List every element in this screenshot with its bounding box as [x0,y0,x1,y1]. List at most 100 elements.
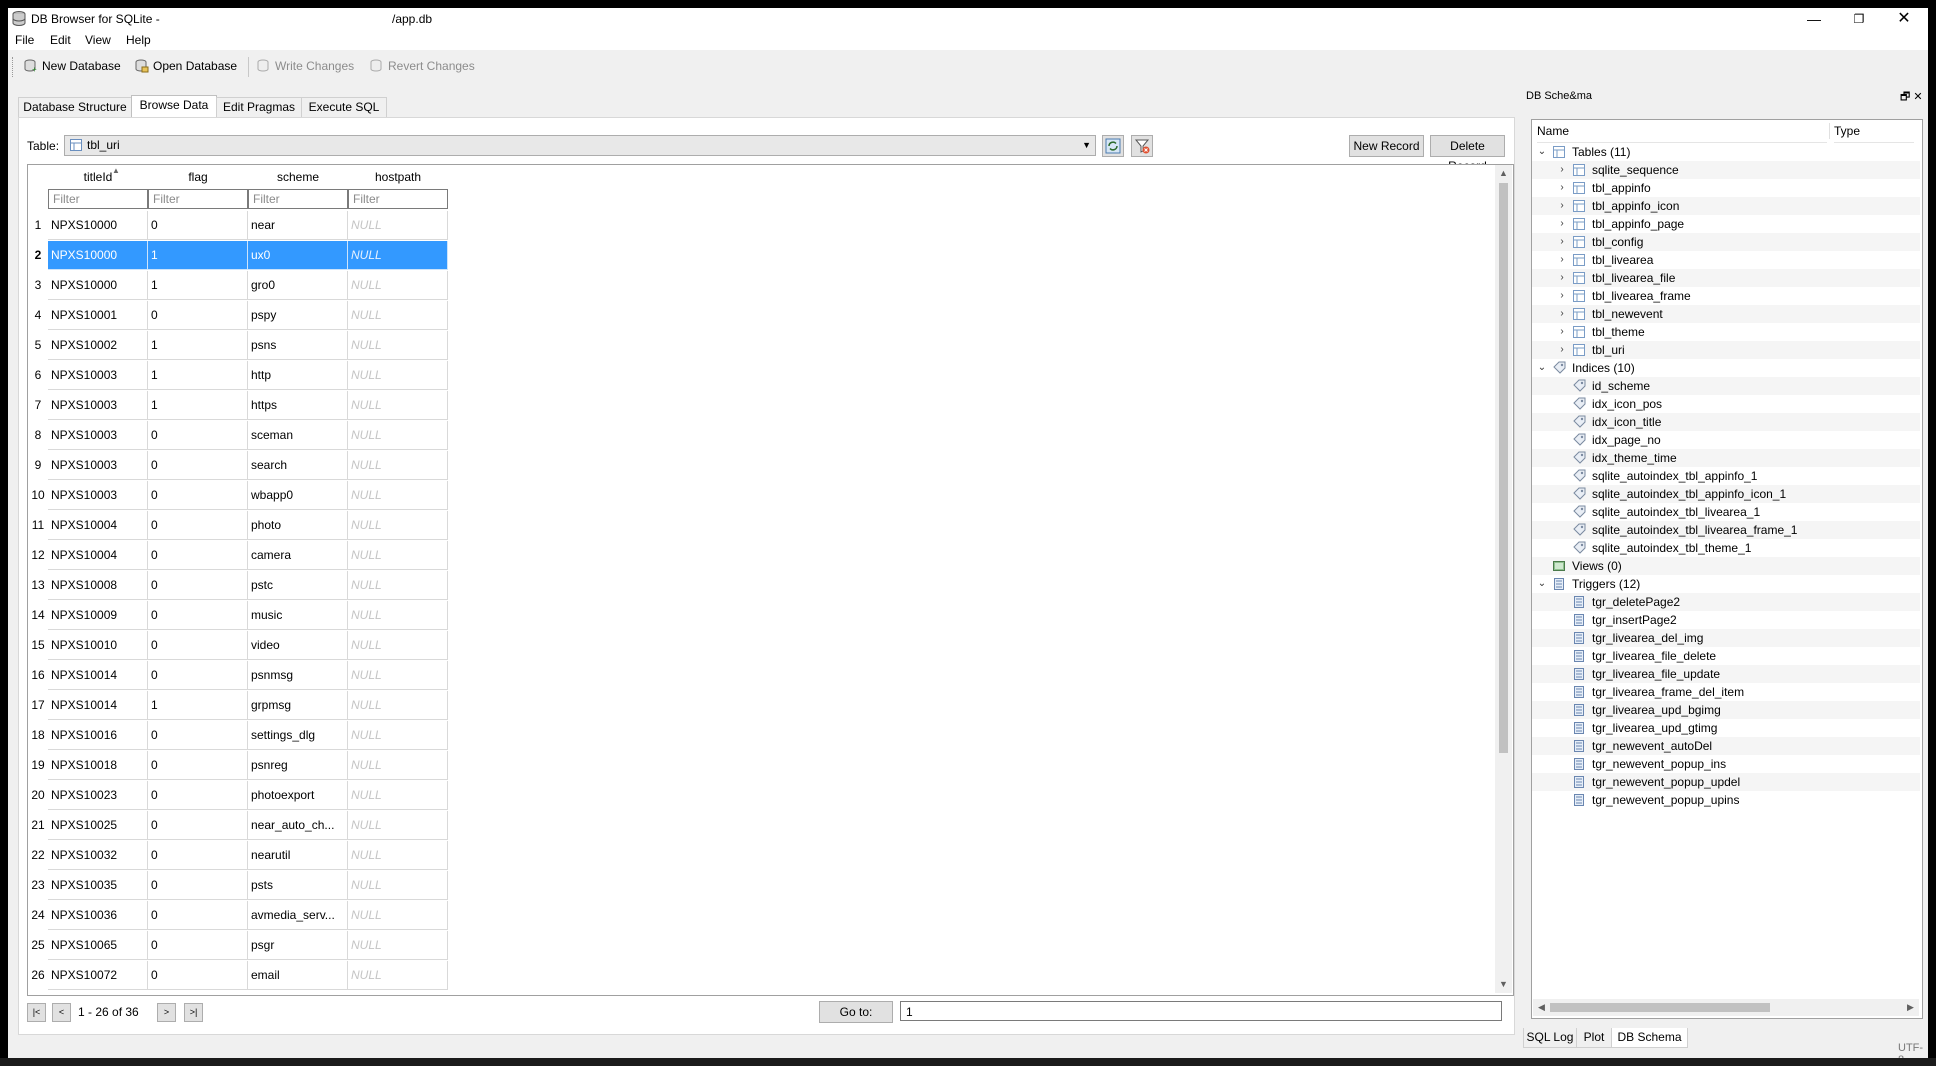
menu-help[interactable]: Help [126,33,151,47]
cell-flag[interactable]: 0 [148,841,248,870]
cell-scheme[interactable]: pstc [248,571,348,600]
tree-item-trigger[interactable]: tgr_livearea_file_delete [1532,647,1920,665]
cell-hostpath[interactable]: NULL [348,811,448,840]
tree-item-index[interactable]: sqlite_autoindex_tbl_theme_1 [1532,539,1920,557]
chevron-right-icon[interactable]: › [1556,197,1568,215]
cell-hostpath[interactable]: NULL [348,421,448,450]
cell-hostpath[interactable]: NULL [348,751,448,780]
cell-hostpath[interactable]: NULL [348,271,448,300]
prev-page-button[interactable]: < [52,1003,71,1022]
cell-hostpath[interactable]: NULL [348,361,448,390]
cell-scheme[interactable]: near_auto_ch... [248,811,348,840]
cell-flag[interactable]: 0 [148,721,248,750]
cell-scheme[interactable]: http [248,361,348,390]
cell-titleId[interactable]: NPXS10001 [48,301,148,330]
cell-hostpath[interactable]: NULL [348,691,448,720]
delete-record-button[interactable]: Delete Record [1430,135,1505,173]
cell-flag[interactable]: 1 [148,331,248,360]
chevron-right-icon[interactable]: › [1556,341,1568,359]
cell-hostpath[interactable]: NULL [348,511,448,540]
cell-flag[interactable]: 0 [148,931,248,960]
cell-hostpath[interactable]: NULL [348,571,448,600]
write-changes-button[interactable]: Write Changes [257,57,354,75]
scroll-thumb[interactable] [1499,183,1508,753]
cell-hostpath[interactable]: NULL [348,931,448,960]
maximize-button[interactable]: ❐ [1836,8,1882,30]
cell-titleId[interactable]: NPXS10016 [48,721,148,750]
cell-flag[interactable]: 1 [148,271,248,300]
row-number[interactable]: 21 [28,811,48,840]
cell-hostpath[interactable]: NULL [348,241,448,270]
column-header-flag[interactable]: flag [148,165,248,187]
cell-scheme[interactable]: photoexport [248,781,348,810]
cell-flag[interactable]: 1 [148,361,248,390]
tree-item-table[interactable]: › tbl_newevent [1532,305,1920,323]
cell-flag[interactable]: 0 [148,811,248,840]
row-number[interactable]: 18 [28,721,48,750]
cell-flag[interactable]: 1 [148,391,248,420]
tree-item-trigger[interactable]: tgr_livearea_del_img [1532,629,1920,647]
cell-hostpath[interactable]: NULL [348,631,448,660]
tree-item-index[interactable]: idx_page_no [1532,431,1920,449]
cell-scheme[interactable]: psns [248,331,348,360]
dock-float-close-buttons[interactable]: 🗗 ✕ [1900,88,1923,107]
cell-titleId[interactable]: NPXS10018 [48,751,148,780]
cell-scheme[interactable]: gro0 [248,271,348,300]
tab-sql-log[interactable]: SQL Log [1523,1028,1577,1048]
cell-flag[interactable]: 0 [148,211,248,240]
tree-item-trigger[interactable]: tgr_newevent_popup_updel [1532,773,1920,791]
cell-titleId[interactable]: NPXS10003 [48,391,148,420]
tree-item-trigger[interactable]: tgr_insertPage2 [1532,611,1920,629]
new-database-button[interactable]: + New Database [24,57,121,75]
tree-group-indices[interactable]: ⌄ Indices (10) [1532,359,1920,377]
cell-titleId[interactable]: NPXS10003 [48,421,148,450]
cell-scheme[interactable]: sceman [248,421,348,450]
cell-flag[interactable]: 0 [148,661,248,690]
cell-titleId[interactable]: NPXS10000 [48,271,148,300]
row-number[interactable]: 16 [28,661,48,690]
clear-filters-button[interactable] [1131,135,1153,157]
new-record-button[interactable]: New Record [1349,135,1424,157]
cell-scheme[interactable]: psnreg [248,751,348,780]
tree-item-index[interactable]: sqlite_autoindex_tbl_livearea_frame_1 [1532,521,1920,539]
tree-item-trigger[interactable]: tgr_livearea_upd_bgimg [1532,701,1920,719]
tree-item-table[interactable]: › sqlite_sequence [1532,161,1920,179]
schema-col-name[interactable]: Name [1537,120,1827,143]
row-number[interactable]: 13 [28,571,48,600]
column-header-hostpath[interactable]: hostpath [348,165,448,187]
cell-flag[interactable]: 0 [148,781,248,810]
cell-scheme[interactable]: email [248,961,348,990]
first-page-button[interactable]: |< [27,1003,46,1022]
row-number[interactable]: 8 [28,421,48,450]
cell-titleId[interactable]: NPXS10072 [48,961,148,990]
row-number[interactable]: 10 [28,481,48,510]
cell-titleId[interactable]: NPXS10004 [48,511,148,540]
cell-scheme[interactable]: avmedia_serv... [248,901,348,930]
filter-input-flag[interactable]: Filter [148,189,248,209]
chevron-right-icon[interactable]: › [1556,233,1568,251]
row-number[interactable]: 17 [28,691,48,720]
chevron-right-icon[interactable]: › [1556,179,1568,197]
tree-item-index[interactable]: idx_icon_title [1532,413,1920,431]
cell-titleId[interactable]: NPXS10023 [48,781,148,810]
menu-edit[interactable]: Edit [50,33,71,47]
cell-hostpath[interactable]: NULL [348,721,448,750]
cell-scheme[interactable]: ux0 [248,241,348,270]
cell-hostpath[interactable]: NULL [348,601,448,630]
scroll-down-icon[interactable]: ▼ [1495,976,1512,993]
minimize-button[interactable]: — [1791,8,1837,30]
tree-group-triggers[interactable]: ⌄ Triggers (12) [1532,575,1920,593]
cell-scheme[interactable]: psnmsg [248,661,348,690]
cell-titleId[interactable]: NPXS10014 [48,661,148,690]
tab-edit-pragmas[interactable]: Edit Pragmas [216,97,302,117]
chevron-right-icon[interactable]: › [1556,287,1568,305]
chevron-down-icon[interactable]: ⌄ [1536,359,1548,377]
cell-hostpath[interactable]: NULL [348,481,448,510]
tab-database-structure[interactable]: Database Structure [18,97,132,117]
cell-flag[interactable]: 1 [148,691,248,720]
chevron-right-icon[interactable]: › [1556,269,1568,287]
tree-item-trigger[interactable]: tgr_livearea_file_update [1532,665,1920,683]
cell-scheme[interactable]: camera [248,541,348,570]
cell-titleId[interactable]: NPXS10003 [48,451,148,480]
toolbar-grip[interactable] [12,57,16,77]
